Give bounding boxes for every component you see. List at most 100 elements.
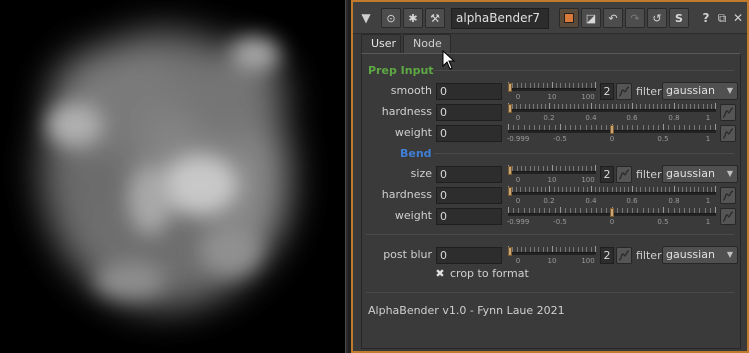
curve-icon[interactable] bbox=[616, 83, 632, 100]
slider-tick bbox=[558, 104, 559, 109]
slider-track[interactable] bbox=[508, 252, 596, 255]
slider-tick bbox=[665, 104, 666, 109]
wrench-icon[interactable]: ⚒ bbox=[425, 8, 445, 28]
slider-handle[interactable] bbox=[610, 208, 614, 217]
slider-major-tick bbox=[595, 246, 596, 252]
slider-tick bbox=[512, 187, 513, 192]
mask-icon[interactable]: ◪ bbox=[581, 8, 601, 28]
revert-icon[interactable]: ↺ bbox=[647, 8, 667, 28]
slider-tick bbox=[539, 208, 540, 213]
param-label: smooth bbox=[390, 84, 432, 97]
prep-weight-input[interactable]: 0 bbox=[436, 125, 502, 142]
slider-tick bbox=[648, 125, 649, 130]
slider-tick bbox=[517, 247, 518, 252]
slider-tick bbox=[583, 104, 584, 109]
curve-icon[interactable] bbox=[616, 247, 632, 264]
slider-major-tick bbox=[674, 103, 675, 109]
slider-major-tick bbox=[663, 207, 664, 213]
slider-tick bbox=[533, 187, 534, 192]
post-blur-slider[interactable]: 0 10 100 bbox=[508, 246, 596, 266]
curve-icon[interactable] bbox=[720, 208, 736, 225]
slider-handle[interactable] bbox=[610, 125, 614, 134]
viewer-icon[interactable]: ⊙ bbox=[381, 8, 401, 28]
slider-handle[interactable] bbox=[508, 166, 512, 175]
slider-tick bbox=[513, 125, 514, 130]
redo-icon[interactable]: ↷ bbox=[625, 8, 645, 28]
slider-tick bbox=[534, 166, 535, 171]
slider-tick bbox=[603, 104, 604, 109]
slider-tick bbox=[661, 187, 662, 192]
slider-tick bbox=[565, 208, 566, 213]
slider-tick bbox=[636, 187, 637, 192]
slider-major-tick bbox=[552, 82, 553, 88]
slider-tick bbox=[643, 208, 644, 213]
slider-tick bbox=[596, 125, 597, 130]
node-graph-icon[interactable]: ✱ bbox=[403, 8, 423, 28]
slider-tick-label: -0.5 bbox=[553, 135, 567, 143]
slider-tick bbox=[529, 104, 530, 109]
post-blur-filter-dropdown[interactable]: gaussian ▼ bbox=[662, 246, 738, 264]
slider-handle[interactable] bbox=[508, 83, 512, 92]
script-icon[interactable]: S bbox=[669, 8, 689, 28]
smooth-filter-dropdown[interactable]: gaussian ▼ bbox=[662, 82, 738, 100]
slider-track[interactable] bbox=[508, 171, 596, 174]
slider-tick bbox=[658, 208, 659, 213]
slider-tick bbox=[607, 187, 608, 192]
slider-tick bbox=[518, 208, 519, 213]
slider-tick bbox=[512, 104, 513, 109]
post-blur-filter-size[interactable]: 2 bbox=[600, 247, 614, 264]
node-name-field[interactable]: alphaBender7 bbox=[451, 8, 549, 29]
curve-icon[interactable] bbox=[720, 125, 736, 142]
size-slider[interactable]: 0 10 100 bbox=[508, 165, 596, 185]
crop-to-format-checkbox[interactable]: ✖ bbox=[434, 268, 446, 280]
slider-tick bbox=[569, 83, 570, 88]
prep-weight-slider[interactable]: -0.999 -0.5 0 0.5 1 bbox=[507, 124, 716, 144]
slider-tick bbox=[586, 166, 587, 171]
slider-track[interactable] bbox=[508, 109, 716, 112]
viewer-divider[interactable] bbox=[345, 0, 348, 353]
slider-tick bbox=[616, 187, 617, 192]
curve-icon[interactable] bbox=[616, 166, 632, 183]
slider-handle[interactable] bbox=[508, 104, 512, 113]
prep-hardness-input[interactable]: 0 bbox=[436, 104, 502, 121]
bend-weight-slider[interactable]: -0.999 -0.5 0 0.5 1 bbox=[507, 207, 716, 227]
slider-tick bbox=[517, 83, 518, 88]
slider-handle[interactable] bbox=[508, 187, 512, 196]
bend-weight-input[interactable]: 0 bbox=[436, 208, 502, 225]
close-icon[interactable]: ✕ bbox=[729, 9, 747, 27]
smooth-slider[interactable]: 0 10 100 bbox=[508, 82, 596, 102]
bend-hardness-input[interactable]: 0 bbox=[436, 187, 502, 204]
tab-user[interactable]: User bbox=[361, 34, 401, 54]
slider-tick bbox=[591, 125, 592, 130]
curve-icon[interactable] bbox=[720, 104, 736, 121]
size-filter-dropdown[interactable]: gaussian ▼ bbox=[662, 165, 738, 183]
param-label: post blur bbox=[383, 248, 432, 261]
viewer-image bbox=[0, 0, 345, 353]
section-divider bbox=[434, 153, 734, 154]
slider-tick bbox=[554, 104, 555, 109]
undo-icon[interactable]: ↶ bbox=[603, 8, 623, 28]
post-blur-input[interactable]: 0 bbox=[436, 247, 502, 264]
slider-tick bbox=[582, 83, 583, 88]
prep-hardness-slider[interactable]: 0 0.2 0.4 0.6 0.8 1 bbox=[508, 103, 716, 123]
slider-tick bbox=[538, 83, 539, 88]
slider-tick bbox=[632, 208, 633, 213]
slider-track[interactable] bbox=[508, 88, 596, 91]
slider-tick bbox=[582, 247, 583, 252]
color-swatch-icon[interactable] bbox=[559, 8, 579, 28]
slider-major-tick bbox=[715, 207, 716, 213]
size-filter-size[interactable]: 2 bbox=[600, 166, 614, 183]
smooth-filter-size[interactable]: 2 bbox=[600, 83, 614, 100]
bend-hardness-slider[interactable]: 0 0.2 0.4 0.6 0.8 1 bbox=[508, 186, 716, 206]
slider-track[interactable] bbox=[508, 192, 716, 195]
slider-handle[interactable] bbox=[508, 247, 512, 256]
slider-tick-label: 0 bbox=[515, 93, 521, 101]
slider-tick bbox=[669, 104, 670, 109]
collapse-icon[interactable]: ▼ bbox=[357, 9, 375, 27]
slider-tick bbox=[529, 187, 530, 192]
smooth-input[interactable]: 0 bbox=[436, 83, 502, 100]
size-input[interactable]: 0 bbox=[436, 166, 502, 183]
dropdown-value: gaussian bbox=[666, 84, 715, 97]
curve-icon[interactable] bbox=[720, 187, 736, 204]
slider-tick bbox=[640, 104, 641, 109]
